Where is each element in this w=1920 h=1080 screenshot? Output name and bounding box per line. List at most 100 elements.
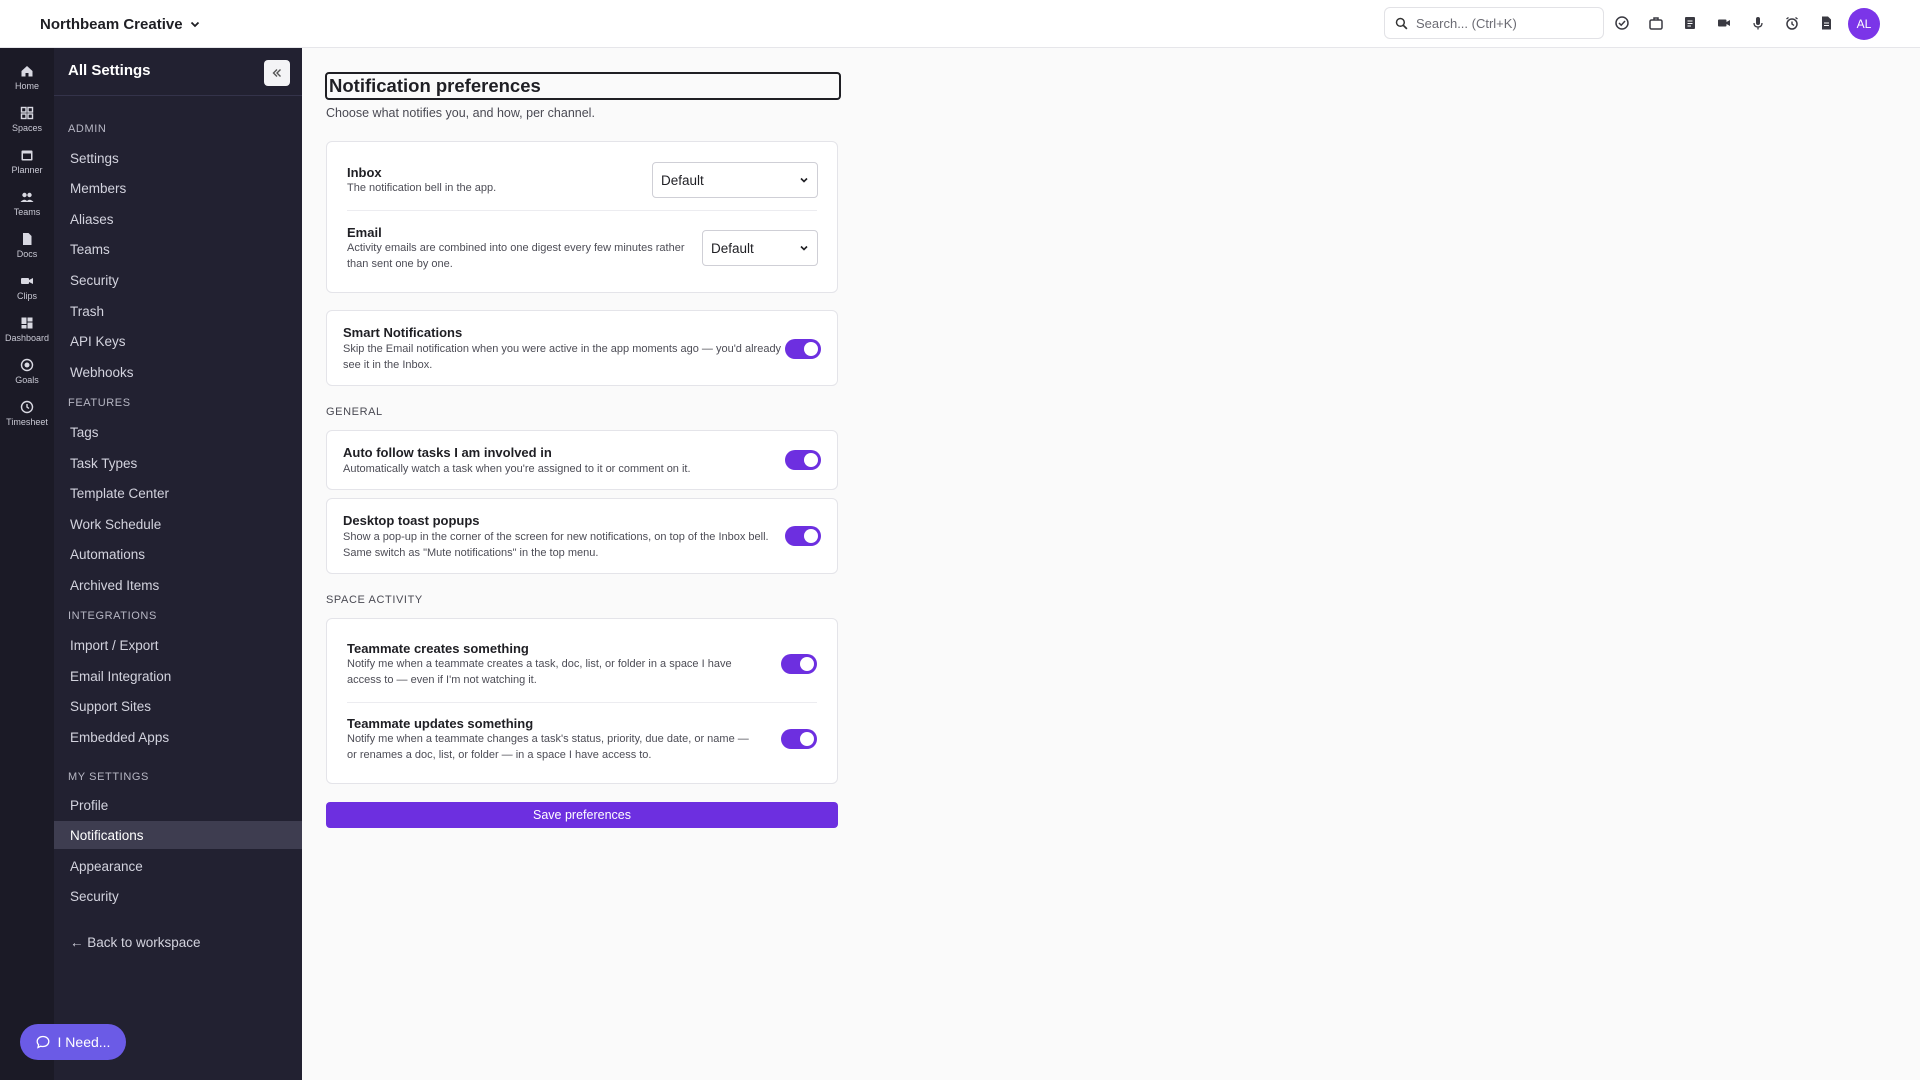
save-preferences-button[interactable]: Save preferences: [326, 802, 838, 828]
collapse-sidebar-button[interactable]: [264, 60, 290, 86]
briefcase-icon[interactable]: [1645, 12, 1667, 34]
search-input[interactable]: [1416, 15, 1586, 31]
smart-notifications-toggle[interactable]: [785, 339, 821, 359]
sidebar-item-notifications[interactable]: Notifications: [54, 821, 302, 849]
toolbar-icons: [1611, 12, 1837, 34]
mic-icon[interactable]: [1747, 12, 1769, 34]
double-chevron-left-icon: [272, 69, 281, 77]
chat-bubble-icon: [36, 1035, 49, 1049]
main-content: Notification preferences Choose what not…: [302, 48, 1920, 1080]
toggle-knob: [804, 529, 818, 543]
settings-sidebar: All Settings ADMIN Settings Members Alia…: [54, 48, 302, 1080]
teammate-creates-title: Teammate creates something: [347, 641, 529, 656]
notepad-icon[interactable]: [1679, 12, 1701, 34]
sidebar-item-aliases[interactable]: Aliases: [54, 205, 302, 233]
doc-icon: [23, 232, 32, 245]
row-divider: [347, 702, 817, 703]
rail-item-timesheet[interactable]: Timesheet: [0, 394, 54, 432]
toggle-knob: [800, 732, 814, 746]
sidebar-item-members[interactable]: Members: [54, 174, 302, 202]
rail-item-goals[interactable]: Goals: [0, 352, 54, 390]
sidebar-item-template-center[interactable]: Template Center: [54, 479, 302, 507]
teammate-creates-toggle[interactable]: [781, 654, 817, 674]
sidebar-item-api-keys[interactable]: API Keys: [54, 327, 302, 355]
sidebar-item-email-integration[interactable]: Email Integration: [54, 662, 302, 690]
sidebar-item-teams[interactable]: Teams: [54, 235, 302, 263]
inbox-channel-select[interactable]: Default: [652, 162, 818, 198]
rail-item-spaces[interactable]: Spaces: [0, 100, 54, 138]
email-channel-select[interactable]: Default: [702, 230, 818, 266]
sidebar-item-my-security[interactable]: Security: [54, 882, 302, 910]
alarm-icon[interactable]: [1781, 12, 1803, 34]
back-to-workspace-link[interactable]: ← Back to workspace: [70, 935, 201, 950]
sidebar-item-archived-items[interactable]: Archived Items: [54, 571, 302, 599]
teammate-updates-toggle[interactable]: [781, 729, 817, 749]
search-icon: [1395, 17, 1408, 29]
desktop-toast-card: Desktop toast popups Show a pop-up in th…: [326, 498, 838, 574]
sidebar-item-security[interactable]: Security: [54, 266, 302, 294]
sidebar-item-import-export[interactable]: Import / Export: [54, 631, 302, 659]
email-desc: Activity emails are combined into one di…: [347, 242, 685, 270]
rail-item-teams[interactable]: Teams: [0, 184, 54, 222]
workspace-switcher[interactable]: Northbeam Creative: [40, 12, 201, 36]
rail-item-planner[interactable]: Planner: [0, 142, 54, 180]
desktop-toast-desc: Show a pop-up in the corner of the scree…: [343, 531, 769, 559]
video-icon[interactable]: [1713, 12, 1735, 34]
dashboard-icon: [21, 317, 33, 328]
sidebar-item-tags[interactable]: Tags: [54, 418, 302, 446]
rail-item-docs[interactable]: Docs: [0, 226, 54, 264]
sidebar-item-settings[interactable]: Settings: [54, 144, 302, 172]
teammate-updates-title: Teammate updates something: [347, 716, 534, 731]
email-title: Email: [347, 225, 382, 240]
search-box[interactable]: [1384, 7, 1604, 39]
teammate-creates-desc: Notify me when a teammate creates a task…: [347, 658, 732, 686]
space-activity-label: SPACE ACTIVITY: [326, 594, 423, 606]
chevron-down-icon: [190, 21, 199, 28]
page-subtitle: Choose what notifies you, and how, per c…: [326, 106, 595, 120]
sidebar-item-appearance[interactable]: Appearance: [54, 852, 302, 880]
row-divider: [347, 210, 817, 211]
toggle-knob: [800, 657, 814, 671]
auto-follow-desc: Automatically watch a task when you're a…: [343, 463, 691, 475]
section-label-features: FEATURES: [68, 397, 131, 409]
smart-notifications-card: Smart Notifications Skip the Email notif…: [326, 310, 838, 386]
section-label-integrations: INTEGRATIONS: [68, 610, 157, 622]
sidebar-item-task-types[interactable]: Task Types: [54, 449, 302, 477]
chevron-down-icon: [800, 245, 808, 251]
rail-item-home[interactable]: Home: [0, 58, 54, 96]
people-icon: [20, 192, 34, 202]
workspace-name: Northbeam Creative: [40, 15, 183, 33]
clock-icon: [20, 400, 34, 413]
sidebar-item-embedded-apps[interactable]: Embedded Apps: [54, 723, 302, 751]
help-button-label: I Need...: [57, 1034, 111, 1050]
sidebar-item-work-schedule[interactable]: Work Schedule: [54, 510, 302, 538]
desktop-toast-toggle[interactable]: [785, 526, 821, 546]
sidebar-title: All Settings: [68, 62, 151, 79]
sidebar-item-profile[interactable]: Profile: [54, 791, 302, 819]
rail-item-dashboard[interactable]: Dashboard: [0, 310, 54, 348]
rail-label: Planner: [11, 164, 43, 175]
auto-follow-toggle[interactable]: [785, 450, 821, 470]
rail-label: Spaces: [11, 122, 43, 133]
check-circle-icon[interactable]: [1611, 12, 1633, 34]
document-icon[interactable]: [1815, 12, 1837, 34]
sidebar-item-webhooks[interactable]: Webhooks: [54, 358, 302, 386]
rail-label: Dashboard: [4, 332, 50, 343]
grid-icon: [20, 106, 34, 119]
video-icon: [21, 277, 33, 284]
avatar[interactable]: AL: [1848, 8, 1880, 40]
rail-label: Goals: [15, 374, 39, 385]
sidebar-item-automations[interactable]: Automations: [54, 540, 302, 568]
rail-item-clips[interactable]: Clips: [0, 268, 54, 306]
chevron-down-icon: [800, 177, 808, 183]
section-label-my-settings: MY SETTINGS: [68, 771, 149, 783]
rail-label: Docs: [16, 248, 38, 259]
desktop-toast-title: Desktop toast popups: [343, 513, 480, 528]
sidebar-item-support-sites[interactable]: Support Sites: [54, 692, 302, 720]
sidebar-item-trash[interactable]: Trash: [54, 297, 302, 325]
channels-card: Inbox The notification bell in the app. …: [326, 141, 838, 293]
auto-follow-card: Auto follow tasks I am involved in Autom…: [326, 430, 838, 490]
smart-notifications-desc: Skip the Email notification when you wer…: [343, 343, 782, 371]
inbox-select-value: Default: [661, 172, 704, 188]
help-chat-button[interactable]: I Need...: [20, 1024, 126, 1060]
